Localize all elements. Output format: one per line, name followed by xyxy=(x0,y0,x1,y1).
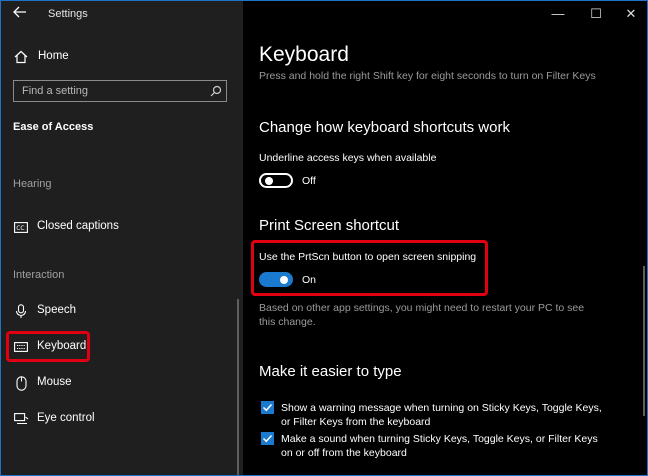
settings-window: Settings Home Ease of Access Hearing CC … xyxy=(0,0,648,476)
warning-checkbox[interactable] xyxy=(261,401,274,414)
typing-heading: Make it easier to type xyxy=(259,363,402,380)
warning-label-line2: or Filter Keys from the keyboard xyxy=(281,416,431,428)
section-interaction: Interaction xyxy=(13,269,65,281)
close-button[interactable]: ✕ xyxy=(621,6,641,22)
sound-checkbox[interactable] xyxy=(261,432,274,445)
sidebar-item-keyboard[interactable]: Keyboard xyxy=(37,340,86,352)
category-title: Ease of Access xyxy=(13,121,94,133)
underline-keys-state: Off xyxy=(302,175,316,187)
back-arrow-icon[interactable] xyxy=(9,5,31,23)
underline-keys-toggle[interactable] xyxy=(259,173,293,188)
search-input[interactable] xyxy=(14,81,200,101)
mouse-icon xyxy=(13,375,29,391)
sidebar-item-speech[interactable]: Speech xyxy=(37,304,76,316)
print-screen-heading: Print Screen shortcut xyxy=(259,217,400,234)
sidebar: Settings Home Ease of Access Hearing CC … xyxy=(1,1,243,475)
prtscn-highlight-annotation xyxy=(251,240,488,296)
search-icon[interactable] xyxy=(210,84,222,102)
svg-text:CC: CC xyxy=(16,225,24,232)
sidebar-item-closed-captions[interactable]: Closed captions xyxy=(37,220,119,232)
sidebar-item-mouse[interactable]: Mouse xyxy=(37,376,72,388)
warning-label-line1: Show a warning message when turning on S… xyxy=(281,402,602,414)
eye-control-icon xyxy=(13,411,29,427)
page-title: Keyboard xyxy=(259,43,349,66)
sound-label-line2: on or off from the keyboard xyxy=(281,447,407,459)
sidebar-scrollbar[interactable] xyxy=(237,299,239,475)
section-hearing: Hearing xyxy=(13,178,52,190)
microphone-icon xyxy=(13,303,29,319)
toggle-knob xyxy=(265,176,273,185)
search-box[interactable] xyxy=(13,80,227,102)
app-title: Settings xyxy=(48,8,88,20)
prtscn-state: On xyxy=(302,274,317,286)
filter-keys-hint: Press and hold the right Shift key for e… xyxy=(259,70,596,82)
restart-note-line1: Based on other app settings, you might n… xyxy=(259,302,585,314)
sound-label-line1: Make a sound when turning Sticky Keys, T… xyxy=(281,433,598,445)
toggle-knob xyxy=(280,275,288,284)
home-icon[interactable] xyxy=(13,49,29,65)
shortcuts-heading: Change how keyboard shortcuts work xyxy=(259,119,510,136)
restart-note-line2: this change. xyxy=(259,316,316,328)
keyboard-icon xyxy=(13,339,29,355)
prtscn-label: Use the PrtScn button to open screen sni… xyxy=(259,251,477,263)
sidebar-item-eye-control[interactable]: Eye control xyxy=(37,412,95,424)
underline-keys-label: Underline access keys when available xyxy=(259,152,437,164)
closed-captions-icon: CC xyxy=(13,219,29,235)
minimize-button[interactable]: — xyxy=(548,6,568,22)
prtscn-toggle[interactable] xyxy=(259,272,293,287)
maximize-button[interactable]: ☐ xyxy=(586,6,606,22)
content-pane: — ☐ ✕ Keyboard Press and hold the right … xyxy=(243,1,647,475)
home-link[interactable]: Home xyxy=(38,50,69,62)
content-scrollbar[interactable] xyxy=(643,266,645,416)
